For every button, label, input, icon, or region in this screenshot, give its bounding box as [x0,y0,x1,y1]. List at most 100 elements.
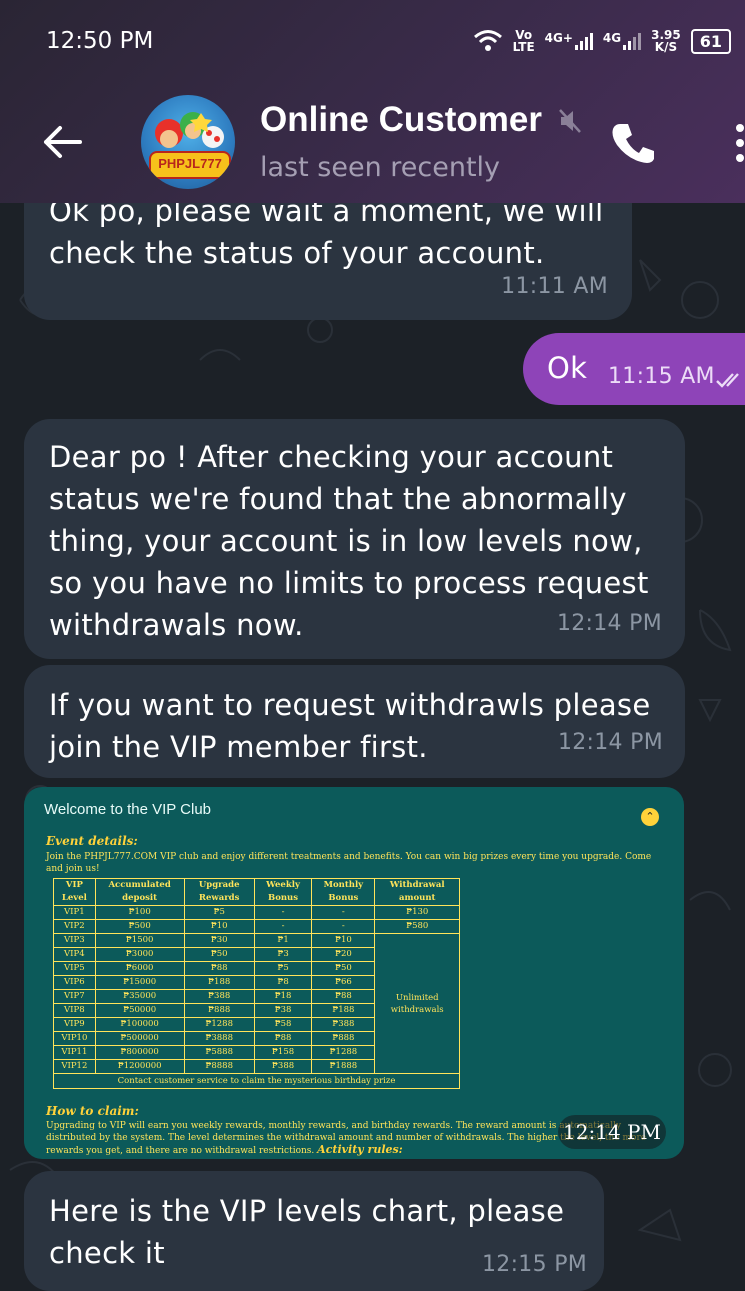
table-row: VIP3 ₱1500 ₱30 ₱1 ₱10 Unlimited withdrawals [53,933,460,1074]
status-time: 12:50 PM [46,28,154,54]
chevron-up-icon: ⌃ [641,808,659,826]
avatar-logo-text: PHPJL777 [149,151,231,179]
more-options-icon[interactable] [728,120,745,166]
table-cell: ₱100000 [94,1017,185,1032]
table-cell: VIP10 [53,1031,96,1046]
table-cell: ₱188 [311,1003,376,1018]
table-cell: ₱8888 [183,1059,255,1074]
table-cell: ₱5 [183,905,255,920]
table-header-row: VIP Level Accumulated deposit Upgrade Re… [53,878,460,906]
battery-indicator: 61 [690,28,731,54]
table-cell: ₱15000 [94,975,185,990]
avatar[interactable]: PHPJL777 [141,95,235,189]
table-cell: ₱580 [374,919,460,934]
table-cell: ₱1500 [94,933,185,948]
back-arrow-icon[interactable] [40,120,84,164]
message-time: 12:14 PM [557,730,663,755]
table-cell: ₱388 [183,989,255,1004]
vip-title: Welcome to the VIP Club [44,801,212,818]
message-time: 12:14 PM [558,1115,666,1149]
unlimited-cell: Unlimited withdrawals [374,933,460,1074]
read-double-check-icon [716,373,739,388]
table-header: VIP Level [53,878,96,906]
table-cell: ₱30 [183,933,255,948]
volte-bottom: LTE [512,40,535,54]
outgoing-message[interactable]: Ok 11:15 AM [523,333,745,405]
table-cell: ₱35000 [94,989,185,1004]
table-cell: ₱10 [311,933,376,948]
status-icons: Vo LTE 4G+ 4G 3.95 K/S 61 [473,24,731,58]
table-cell: ₱3888 [183,1031,255,1046]
network-speed: 3.95 K/S [651,29,681,53]
table-cell: VIP6 [53,975,96,990]
signal-bars-icon [574,32,593,50]
table-cell: ₱5 [253,961,313,976]
table-cell: - [253,919,313,934]
table-cell: VIP7 [53,989,96,1004]
table-cell: ₱1888 [311,1059,376,1074]
table-row: VIP1 ₱100 ₱5- - ₱130 [53,905,460,920]
table-cell: ₱1200000 [94,1059,185,1074]
vip-levels-table: VIP Level Accumulated deposit Upgrade Re… [53,878,460,1089]
signal-bars-icon [623,32,642,50]
table-cell: ₱888 [183,1003,255,1018]
message-time: 11:15 AM [608,364,715,389]
table-cell: ₱58 [253,1017,313,1032]
chat-header: 12:50 PM Vo LTE 4G+ 4G 3.95 K/S 61 PHPJL… [0,0,745,203]
table-cell: ₱10 [183,919,255,934]
table-cell: VIP1 [53,905,96,920]
table-cell: ₱88 [311,989,376,1004]
table-cell: ₱1288 [311,1045,376,1060]
message-time: 12:14 PM [556,611,662,636]
table-cell: ₱388 [311,1017,376,1032]
speed-unit: K/S [654,40,678,54]
table-cell: - [311,919,376,934]
table-cell: ₱158 [253,1045,313,1060]
chat-title[interactable]: Online Customer [260,100,550,140]
table-row: VIP2 ₱500 ₱10- - ₱580 [53,919,460,934]
table-header: Accumulated deposit [94,878,185,906]
incoming-message[interactable]: If you want to request withdrawls please… [24,665,685,778]
table-cell: VIP12 [53,1059,96,1074]
incoming-message[interactable]: Dear po ! After checking your account st… [24,419,685,659]
table-cell: ₱66 [311,975,376,990]
volte-indicator: Vo LTE [513,29,535,53]
table-cell: ₱888 [311,1031,376,1046]
table-cell: ₱18 [253,989,313,1004]
table-cell: ₱188 [183,975,255,990]
table-cell: ₱50 [183,947,255,962]
image-message[interactable]: Welcome to the VIP Club ⌃ Event details:… [24,787,684,1159]
table-header: Upgrade Rewards [183,878,255,906]
phone-call-icon[interactable] [608,118,660,170]
table-cell: VIP11 [53,1045,96,1060]
table-cell: ₱88 [183,961,255,976]
table-cell: VIP8 [53,1003,96,1018]
table-cell: VIP9 [53,1017,96,1032]
vip-club-image[interactable]: Welcome to the VIP Club ⌃ Event details:… [24,787,684,1159]
message-time: 11:11 AM [501,274,608,299]
table-cell: ₱50 [311,961,376,976]
table-cell: VIP3 [53,933,96,948]
table-cell: ₱20 [311,947,376,962]
signal-1: 4G+ [545,32,593,50]
table-cell: ₱88 [253,1031,313,1046]
signal-1-label: 4G+ [544,31,573,45]
last-seen-status: last seen recently [260,152,501,183]
signal-2-label: 4G [602,31,622,45]
table-cell: ₱388 [253,1059,313,1074]
event-heading: Event details: [46,834,138,848]
table-cell: ₱800000 [94,1045,185,1060]
table-cell: ₱6000 [94,961,185,976]
wifi-icon [473,30,502,51]
table-cell: ₱130 [374,905,460,920]
status-bar: 12:50 PM Vo LTE 4G+ 4G 3.95 K/S 61 [0,0,745,80]
table-cell: ₱100 [94,905,185,920]
table-cell: ₱38 [253,1003,313,1018]
incoming-message[interactable]: Here is the VIP levels chart, please che… [24,1171,604,1291]
table-cell: ₱8 [253,975,313,990]
table-cell: ₱5888 [183,1045,255,1060]
table-footer-row: Contact customer service to claim the my… [53,1073,460,1089]
table-cell: VIP4 [53,947,96,962]
table-header: Weekly Bonus [253,878,313,906]
table-cell: ₱500000 [94,1031,185,1046]
